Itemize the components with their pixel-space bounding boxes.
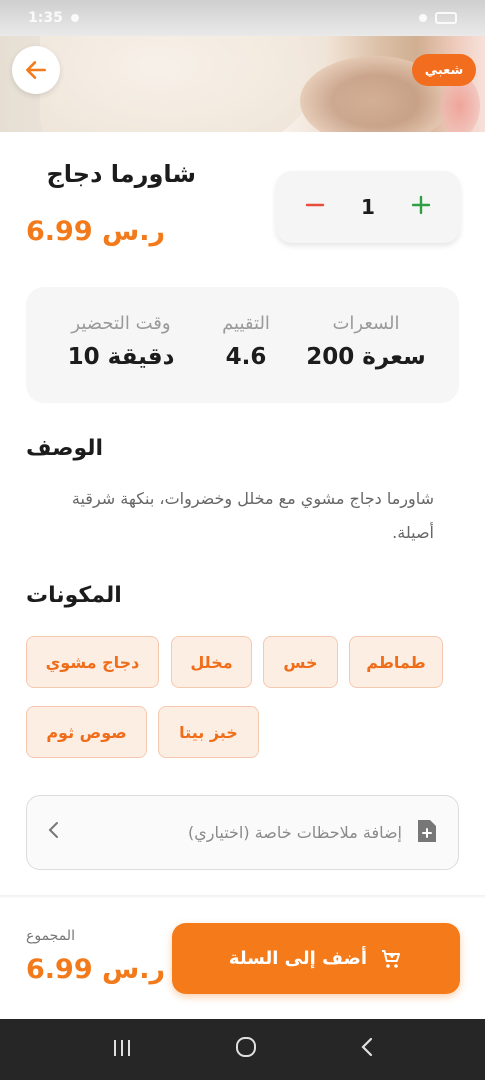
prep-time-label: وقت التحضير (71, 313, 171, 334)
ingredients-title: المكونات (26, 583, 122, 608)
category-badge: شعبي (412, 54, 476, 86)
rating-label: التقييم (222, 313, 270, 334)
prep-time-stat: وقت التحضير 10 دقيقة (56, 313, 186, 370)
system-nav-bar (0, 1019, 485, 1080)
recents-icon (113, 1039, 130, 1056)
special-notes-button[interactable]: إضافة ملاحظات خاصة (اختياري) (26, 795, 459, 870)
cart-icon (382, 949, 401, 968)
home-button[interactable] (234, 1035, 258, 1065)
add-note-icon (416, 818, 438, 848)
product-price: 6.99 ر.س (26, 216, 166, 247)
back-chevron-icon (360, 1037, 372, 1056)
home-icon (235, 1036, 256, 1057)
ingredient-chip[interactable]: خبز بيتا (158, 706, 259, 758)
chevron-left-icon (47, 820, 61, 845)
rating-stat: التقييم 4.6 (206, 313, 286, 370)
prep-time-value: 10 دقيقة (67, 344, 175, 370)
calories-value: 200 سعرة (306, 344, 426, 370)
ingredient-chip[interactable]: مخلل (171, 636, 252, 688)
image-overlay (0, 36, 485, 132)
ingredient-chip[interactable]: خس (263, 636, 338, 688)
decrease-quantity-button[interactable] (304, 193, 326, 221)
notification-icon (70, 14, 79, 22)
total-value: 6.99 ر.س (26, 954, 166, 985)
ingredient-chip[interactable]: طماطم (349, 636, 443, 688)
back-button[interactable] (12, 46, 60, 94)
signal-icon (419, 14, 427, 22)
minus-icon (305, 203, 325, 207)
add-to-cart-label: أضف إلى السلة (228, 948, 368, 969)
arrow-left-icon (26, 61, 46, 79)
quantity-stepper: 1 (276, 171, 460, 243)
product-name: شاورما دجاج (46, 160, 197, 188)
status-time: 1:35 (28, 10, 63, 26)
quantity-value: 1 (361, 195, 375, 219)
rating-value: 4.6 (225, 344, 267, 370)
description-text: شاورما دجاج مشوي مع مخلل وخضروات، بنكهة … (71, 489, 434, 542)
status-bar: 1:35 (0, 0, 485, 36)
title-block: شاورما دجاج (26, 160, 197, 188)
system-back-button[interactable] (359, 1036, 375, 1064)
ingredient-chip[interactable]: صوص ثوم (26, 706, 147, 758)
calories-label: السعرات (332, 313, 400, 334)
product-image (0, 36, 485, 132)
plus-icon (411, 195, 431, 215)
total-label: المجموع (26, 928, 75, 944)
recents-button[interactable] (111, 1036, 133, 1064)
description-title: الوصف (26, 436, 104, 461)
increase-quantity-button[interactable] (410, 193, 432, 221)
calories-stat: السعرات 200 سعرة (306, 313, 426, 370)
add-to-cart-button[interactable]: أضف إلى السلة (172, 923, 460, 994)
ingredient-chip[interactable]: دجاج مشوي (26, 636, 159, 688)
battery-icon (435, 12, 457, 24)
nutrition-stats-card: السعرات 200 سعرة التقييم 4.6 وقت التحضير… (26, 287, 459, 403)
notes-placeholder: إضافة ملاحظات خاصة (اختياري) (188, 823, 402, 842)
